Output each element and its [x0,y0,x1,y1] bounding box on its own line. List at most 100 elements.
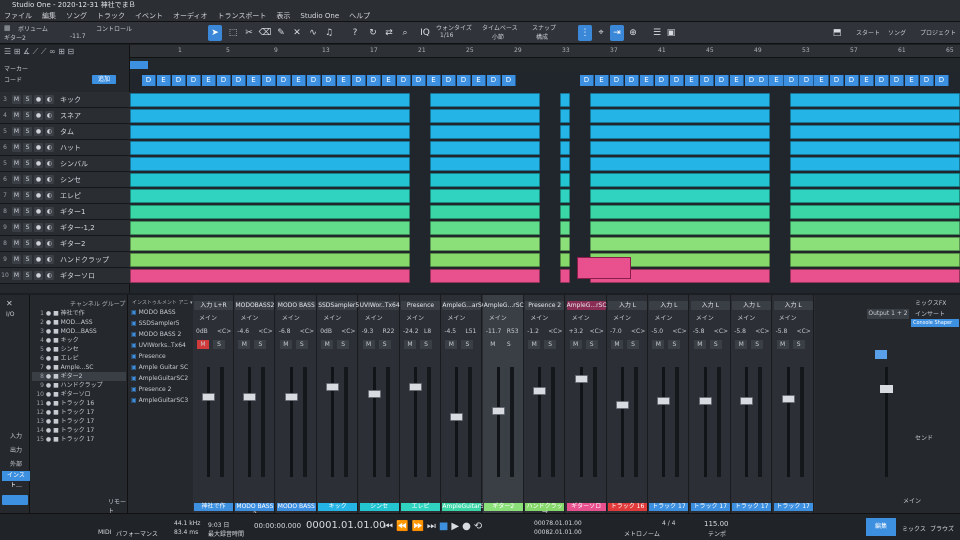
strip-solo-button[interactable]: S [627,340,639,349]
menu-view[interactable]: 表示 [276,11,290,21]
bend-tool-icon[interactable]: ∿ [306,25,320,41]
snap-value[interactable]: 構成 [536,32,548,41]
strip-input[interactable]: 入力 L [690,301,730,310]
track-header[interactable]: 10 M S ● ◐ ギターソロ [0,268,130,284]
mute-button[interactable]: M [12,191,21,200]
snap-grid-icon[interactable]: ⋮ [578,25,592,41]
solo-button[interactable]: S [23,223,32,232]
chord-cell[interactable]: D [655,75,669,86]
menu-audio[interactable]: オーディオ [173,11,208,21]
strip-input[interactable]: 入力 L [773,301,813,310]
chord-cell[interactable]: D [487,75,501,86]
monitor-button[interactable]: ◐ [45,143,54,152]
strip-mute-button[interactable]: M [652,340,665,349]
strip-pan[interactable]: <C> [714,328,728,335]
record-arm-button[interactable]: ● [34,255,43,264]
start-icon[interactable]: ⬒ [830,25,844,41]
menu-event[interactable]: イベント [135,11,163,21]
chord-cell[interactable]: D [187,75,201,86]
strip-mute-button[interactable]: M [486,340,499,349]
song-tab[interactable]: ソング [888,28,906,37]
chord-cell[interactable]: E [337,75,351,86]
strip-mute-button[interactable]: M [197,340,209,349]
listen-tool-icon[interactable]: ♫ [322,25,336,41]
audio-event[interactable] [590,189,770,203]
console-shaper-slot[interactable]: Console Shaper [911,319,959,327]
track-header[interactable]: 8 M S ● ◐ ギター2 [0,236,130,252]
strip-pan[interactable]: R22 [383,328,395,335]
strip-volume[interactable]: -5.8 [776,328,788,335]
return-zero-icon[interactable]: ⏮ [384,521,396,532]
audio-event[interactable] [590,141,770,155]
arrange-view[interactable]: 1 5 9 13 17 21 25 29 33 37 41 45 49 53 57 61 65 DEDDEDDE… [130,45,960,293]
strip-volume[interactable]: 0dB [320,328,332,335]
audio-event[interactable] [430,173,540,187]
fader-track[interactable] [455,367,459,477]
record-arm-button[interactable]: ● [34,239,43,248]
fader-knob[interactable] [243,393,257,401]
solo-button[interactable]: S [23,191,32,200]
strip-volume[interactable]: -6.8 [279,328,291,335]
menu-file[interactable]: ファイル [4,11,32,21]
record-arm-button[interactable]: ● [34,143,43,152]
save-icon[interactable]: ▣ [664,25,678,41]
chord-cell[interactable]: D [625,75,639,86]
visibility-icon[interactable]: ● ■ [46,391,59,398]
snap-cursor-icon[interactable]: ⇥ [610,25,624,41]
fader-track[interactable] [786,367,790,477]
chord-cell[interactable]: D [277,75,291,86]
strip-pan[interactable]: <C> [590,328,604,335]
channel-row[interactable]: 3 ● ■ MOD...BASS [32,327,126,336]
fader-knob[interactable] [616,401,629,409]
audio-event[interactable] [590,173,770,187]
visibility-icon[interactable]: ● ■ [46,418,59,425]
strip-volume[interactable]: 0dB [196,328,208,335]
track-header[interactable]: 3 M S ● ◐ キック [0,92,130,108]
record-arm-button[interactable]: ● [34,159,43,168]
record-arm-button[interactable]: ● [34,127,43,136]
strip-volume[interactable]: -11.7 [486,328,502,335]
mix-view-button[interactable]: ミックス [902,524,926,533]
channel-row[interactable]: 5 ● ■ シンセ [32,345,126,354]
chord-cell[interactable]: E [382,75,396,86]
track-lane[interactable] [130,124,960,140]
mute-button[interactable]: M [12,159,21,168]
strip-pan[interactable]: <C> [631,328,645,335]
audio-event[interactable] [790,189,960,203]
audio-event[interactable] [560,157,570,171]
fader-knob[interactable] [574,375,588,383]
output-select[interactable]: Output 1 + 2 [867,309,909,319]
solo-button[interactable]: S [23,111,32,120]
menu-studio-one[interactable]: Studio One [300,11,339,21]
pencil-tool-icon[interactable]: ✎ [274,25,288,41]
forward-icon[interactable]: ⏩ [411,521,426,532]
strip-volume[interactable]: -9.3 [362,328,374,335]
chord-cell[interactable]: D [715,75,729,86]
chord-cell[interactable]: E [247,75,261,86]
strip-volume[interactable]: -5.0 [651,328,663,335]
audio-event[interactable] [560,141,570,155]
channel-row[interactable]: 8 ● ■ ギター2 [32,372,126,381]
fader-knob[interactable] [491,407,505,415]
chord-cell[interactable]: D [700,75,714,86]
chord-cell[interactable]: D [755,75,769,86]
audio-event[interactable] [790,269,960,283]
monitor-button[interactable]: ◐ [45,239,54,248]
record-arm-button[interactable]: ● [34,271,43,280]
chord-cell[interactable]: E [157,75,171,86]
audio-event[interactable] [560,237,570,251]
monitor-button[interactable]: ◐ [45,127,54,136]
monitor-button[interactable]: ◐ [45,95,54,104]
strip-pan[interactable]: <C> [258,328,272,335]
strip-solo-button[interactable]: S [337,340,350,349]
audio-event[interactable] [590,125,770,139]
track-lane[interactable] [130,156,960,172]
eraser-tool-icon[interactable]: ⌫ [258,25,272,41]
strip-solo-button[interactable]: S [254,340,267,349]
audio-event[interactable] [560,253,570,267]
track-header[interactable]: 8 M S ● ◐ ギター1 [0,204,130,220]
track-lane[interactable] [130,220,960,236]
audio-event[interactable] [130,253,410,267]
fader-track[interactable] [289,367,293,477]
audio-event[interactable] [790,109,960,123]
